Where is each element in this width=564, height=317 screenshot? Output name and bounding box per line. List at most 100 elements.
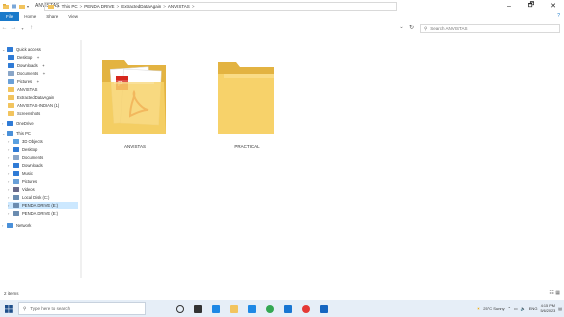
volume-icon[interactable]: 🔈: [521, 306, 526, 311]
sidebar-item-documents[interactable]: › Documents: [8, 154, 78, 161]
download-icon: [8, 63, 14, 68]
maximize-button[interactable]: 🗗: [520, 0, 542, 12]
customize-toolbar-icon[interactable]: ▾: [27, 4, 29, 9]
nav-item-label: Local Disk (C:): [22, 195, 50, 200]
sidebar-item-this-pc[interactable]: ⌄ This PC: [2, 130, 78, 137]
tab-share[interactable]: Share: [41, 14, 63, 19]
pin-icon: ✦: [41, 63, 46, 68]
sidebar-item-documents[interactable]: Documents ✦: [8, 70, 78, 77]
sidebar-item-penda-drive-e-[interactable]: › PENDA DRIVE (E:): [8, 202, 78, 209]
search-input[interactable]: ⚲ Search ANVISTAS: [420, 24, 560, 33]
weather-text[interactable]: 25°C Sunny: [483, 306, 504, 311]
sidebar-item-pictures[interactable]: › Pictures: [8, 178, 78, 185]
nav-item-label: Videos: [22, 187, 35, 192]
sidebar-item-screenshots[interactable]: Screenshots: [8, 110, 78, 117]
nav-item-label: Desktop: [22, 147, 38, 152]
system-tray: ☀ 25°C Sunny ⌃ ▭ 🔈 ENG 4:15 PM 5/6/2023 …: [477, 300, 562, 317]
refresh-icon[interactable]: ↻: [407, 24, 416, 33]
recent-locations-icon[interactable]: ▾: [18, 26, 27, 31]
chevron-up-icon[interactable]: ⌃: [508, 306, 511, 311]
minimize-button[interactable]: –: [498, 0, 520, 12]
clock-date: 5/6/2023: [540, 308, 556, 313]
breadcrumb-anvistas[interactable]: ANVISTAS: [168, 4, 190, 9]
nav-item-label: Quick access: [16, 47, 41, 52]
sidebar-item-desktop[interactable]: › Desktop: [8, 146, 78, 153]
network-icon[interactable]: ▭: [514, 306, 518, 311]
desktop-icon: [13, 147, 19, 152]
view-toggle-icons[interactable]: ☷ ▦: [549, 290, 560, 296]
file-list: P ANVISTAS PRACTICAL: [90, 40, 564, 278]
edge-icon[interactable]: [210, 303, 222, 315]
properties-icon[interactable]: [11, 4, 17, 9]
navigation-scrollbar[interactable]: [80, 40, 82, 278]
taskbar-search-placeholder: Type here to search: [30, 306, 71, 311]
folder-item-practical[interactable]: PRACTICAL: [216, 52, 278, 149]
start-button[interactable]: [0, 300, 18, 317]
up-arrow-icon[interactable]: ↑: [27, 25, 36, 31]
nav-item-label: OneDrive: [16, 121, 34, 126]
close-button[interactable]: ✕: [542, 0, 564, 12]
desktop-icon: [8, 55, 14, 60]
sidebar-item-3d-objects[interactable]: › 3D Objects: [8, 138, 78, 145]
photos-icon[interactable]: [318, 303, 330, 315]
quick-access-toolbar: ▾: [0, 3, 29, 9]
folder-icon: [8, 95, 14, 100]
weather-icon[interactable]: ☀: [477, 306, 481, 311]
sidebar-item-anvistas-indian-1-[interactable]: ANVISTAS-INDIAN (1): [8, 102, 78, 109]
sidebar-item-penda-drive-e-[interactable]: › PENDA DRIVE (E:): [8, 210, 78, 217]
mail-icon[interactable]: [282, 303, 294, 315]
cortana-icon[interactable]: [174, 303, 186, 315]
sidebar-item-extracteddataagain[interactable]: ExtractedDataAgain: [8, 94, 78, 101]
sidebar-item-network[interactable]: › Network: [2, 222, 78, 229]
folder-icon: [8, 111, 14, 116]
language-icon[interactable]: ENG: [529, 306, 538, 311]
sidebar-item-music[interactable]: › Music: [8, 170, 78, 177]
nav-item-label: PENDA DRIVE (E:): [22, 211, 59, 216]
sidebar-item-downloads[interactable]: Downloads ✦: [8, 62, 78, 69]
address-bar[interactable]: > This PC > PENDA DRIVE > ExtractedDataA…: [44, 2, 397, 11]
clock[interactable]: 4:15 PM 5/6/2023: [540, 304, 555, 314]
folder-icon: [8, 103, 14, 108]
new-folder-icon[interactable]: [19, 4, 25, 9]
cloud-icon: [7, 121, 13, 126]
breadcrumb-separator-icon: >: [191, 4, 195, 9]
breadcrumb-separator-icon: >: [163, 4, 166, 9]
taskbar-search-input[interactable]: ⚲ Type here to search: [18, 302, 146, 315]
forward-arrow-icon[interactable]: →: [9, 25, 18, 31]
nav-item-label: Screenshots: [17, 111, 41, 116]
folder-item-anvistas[interactable]: P ANVISTAS: [100, 52, 170, 149]
pin-icon: ✦: [36, 55, 40, 60]
store-icon[interactable]: [246, 303, 258, 315]
sidebar-item-anvistas[interactable]: ANVISTAS: [8, 86, 78, 93]
nav-item-label: Network: [16, 223, 32, 228]
notifications-icon[interactable]: ▤: [558, 306, 562, 311]
breadcrumb-penda-drive[interactable]: PENDA DRIVE: [84, 4, 114, 9]
nav-item-label: Desktop: [17, 55, 33, 60]
help-button[interactable]: ?: [557, 13, 560, 19]
chrome-profile-icon[interactable]: [300, 303, 312, 315]
breadcrumb-this-pc[interactable]: This PC: [62, 4, 78, 9]
ribbon-tabs: File Home Share View ?: [0, 12, 564, 21]
sidebar-item-quick-access[interactable]: ⌄ Quick access: [2, 46, 78, 53]
tab-view[interactable]: View: [63, 14, 83, 19]
breadcrumb-separator-icon: >: [57, 4, 60, 9]
breadcrumb-extracted-data[interactable]: ExtractedDataAgain: [121, 4, 161, 9]
sidebar-item-downloads[interactable]: › Downloads: [8, 162, 78, 169]
sidebar-item-onedrive[interactable]: › OneDrive: [2, 120, 78, 127]
nav-item-label: Pictures: [17, 79, 33, 84]
chrome-icon[interactable]: [264, 303, 276, 315]
nav-item-label: Documents: [17, 71, 39, 76]
nav-item-label: Downloads: [22, 163, 43, 168]
sidebar-item-desktop[interactable]: Desktop ✦: [8, 54, 78, 61]
tab-home[interactable]: Home: [19, 14, 41, 19]
search-placeholder: Search ANVISTAS: [430, 26, 468, 31]
address-dropdown-icon[interactable]: ⌄: [397, 24, 406, 33]
task-view-icon[interactable]: [192, 303, 204, 315]
sidebar-item-local-disk-c-[interactable]: › Local Disk (C:): [8, 194, 78, 201]
sidebar-item-pictures[interactable]: Pictures ✦: [8, 78, 78, 85]
sidebar-item-videos[interactable]: › Videos: [8, 186, 78, 193]
tab-file[interactable]: File: [0, 12, 20, 21]
back-arrow-icon[interactable]: ←: [0, 25, 9, 31]
file-explorer-icon[interactable]: [228, 303, 240, 315]
video-icon: [13, 187, 19, 192]
